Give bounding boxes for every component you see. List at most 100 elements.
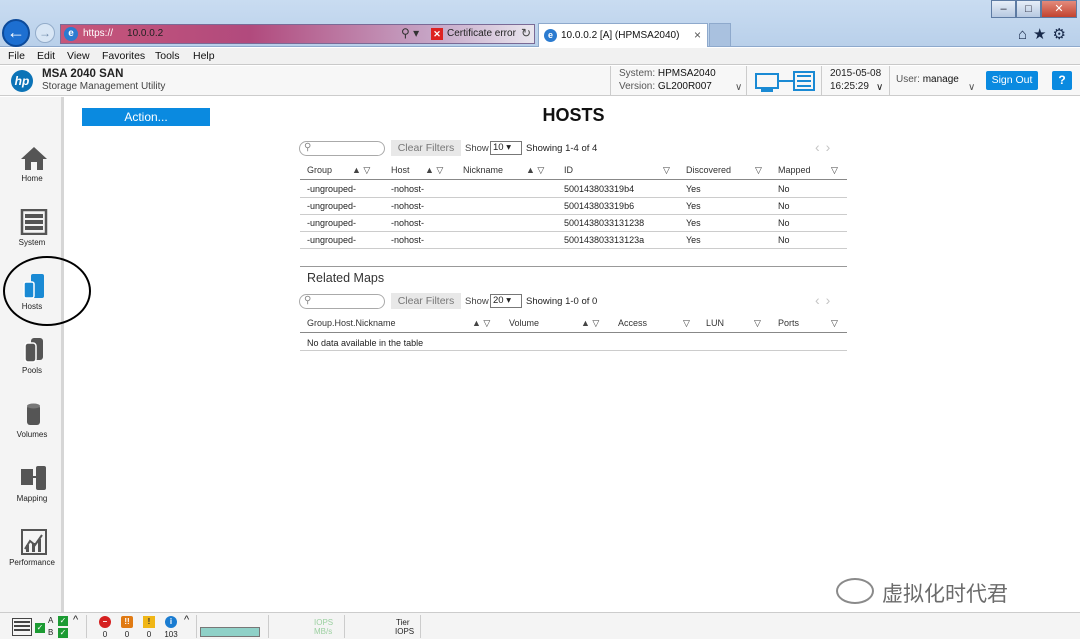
address-bar[interactable]: e https://10.0.0.2 ⚲ ▾ ✕ Certificate err… — [60, 24, 535, 44]
close-window-button[interactable]: ✕ — [1041, 0, 1077, 18]
menu-favorites[interactable]: Favorites — [102, 50, 145, 62]
cell-host: -nohost- — [391, 218, 425, 228]
browser-tab[interactable]: e 10.0.0.2 [A] (HPMSA2040) × — [538, 23, 708, 47]
col-group-host-nickname[interactable]: Group.Host.Nickname — [307, 318, 396, 328]
filter-icon[interactable]: ▽ — [831, 165, 838, 176]
section-divider — [300, 266, 847, 267]
warning-count: 0 — [146, 630, 152, 639]
table-row[interactable]: -ungrouped- -nohost- 5001438033131238 Ye… — [300, 215, 847, 232]
menu-file[interactable]: File — [8, 50, 25, 62]
menu-view[interactable]: View — [67, 50, 90, 62]
sort-filter-icon[interactable]: ▲ ▽ — [472, 318, 490, 329]
error-icon[interactable]: !! — [121, 616, 133, 628]
maximize-button[interactable]: □ — [1016, 0, 1041, 18]
watermark: 虚拟化时代君 — [836, 576, 1056, 606]
monitor-stand — [761, 89, 773, 92]
col-volume[interactable]: Volume — [509, 318, 539, 328]
tier-label: Tier — [396, 618, 410, 627]
pager-arrows[interactable]: ‹› — [815, 292, 836, 308]
action-button[interactable]: Action... — [82, 108, 210, 126]
capacity-bar[interactable] — [200, 627, 260, 637]
clear-filters-button[interactable]: Clear Filters — [391, 293, 461, 309]
col-mapped[interactable]: Mapped — [778, 165, 811, 175]
col-id[interactable]: ID — [564, 165, 573, 175]
cell-mapped: No — [778, 184, 790, 194]
network-topology-icon[interactable] — [746, 66, 821, 96]
col-nickname[interactable]: Nickname — [463, 165, 503, 175]
empty-table-message: No data available in the table — [307, 338, 424, 348]
nav-pools[interactable]: Pools — [0, 329, 64, 389]
nav-system[interactable]: System — [0, 201, 64, 261]
date-text: 2015-05-08 — [830, 68, 882, 79]
col-host[interactable]: Host — [391, 165, 410, 175]
sign-out-button[interactable]: Sign Out — [986, 71, 1038, 90]
table-bottom-border — [300, 350, 847, 351]
enclosure-icon[interactable] — [12, 618, 32, 636]
refresh-icon[interactable]: ↻ — [521, 26, 531, 40]
sort-filter-icon[interactable]: ▲ ▽ — [581, 318, 599, 329]
menu-edit[interactable]: Edit — [37, 50, 55, 62]
sort-filter-icon[interactable]: ▲ ▽ — [526, 165, 544, 176]
page-size-select[interactable]: 20 ▾ — [490, 294, 522, 308]
forward-button[interactable]: → — [35, 23, 55, 43]
info-count: 103 — [164, 630, 178, 639]
maps-search-input[interactable]: ⚲ — [299, 294, 385, 309]
sort-filter-icon[interactable]: ▲ ▽ — [352, 165, 370, 176]
cell-mapped: No — [778, 235, 790, 245]
page-size-select[interactable]: 10 ▾ — [490, 141, 522, 155]
nav-mapping[interactable]: Mapping — [0, 457, 64, 517]
nav-volumes[interactable]: Volumes — [0, 393, 64, 453]
pager-arrows[interactable]: ‹› — [815, 139, 836, 155]
table-row[interactable]: -ungrouped- -nohost- 500143803319b6 Yes … — [300, 198, 847, 215]
sort-filter-icon[interactable]: ▲ ▽ — [425, 165, 443, 176]
cell-id: 5001438033131238 — [564, 218, 645, 228]
cell-id: 500143803313123a — [564, 235, 645, 245]
home-favorites-tools-icons[interactable]: ⌂★⚙ — [1018, 25, 1072, 43]
help-button[interactable]: ? — [1052, 71, 1072, 90]
filter-icon[interactable]: ▽ — [755, 165, 762, 176]
table-row[interactable]: -ungrouped- -nohost- 500143803319b4 Yes … — [300, 181, 847, 198]
col-discovered[interactable]: Discovered — [686, 165, 731, 175]
user-panel[interactable]: User: manage ∨ — [889, 66, 984, 96]
show-label: Show — [465, 143, 489, 154]
filter-icon[interactable]: ▽ — [663, 165, 670, 176]
col-ports[interactable]: Ports — [778, 318, 799, 328]
critical-count: 0 — [102, 630, 108, 639]
hosts-search-input[interactable]: ⚲ — [299, 141, 385, 156]
col-access[interactable]: Access — [618, 318, 647, 328]
info-icon[interactable]: i — [165, 616, 177, 628]
filter-icon[interactable]: ▽ — [831, 318, 838, 329]
critical-icon[interactable]: – — [99, 616, 111, 628]
datetime-panel[interactable]: 2015-05-08 16:25:29 ∨ — [821, 66, 889, 96]
nav-label: Mapping — [16, 494, 48, 503]
ie-icon: e — [64, 27, 78, 41]
search-icon[interactable]: ⚲ ▾ — [401, 26, 419, 40]
table-row[interactable]: -ungrouped- -nohost- 500143803313123a Ye… — [300, 232, 847, 249]
certificate-error-icon[interactable]: ✕ — [431, 28, 443, 40]
menu-help[interactable]: Help — [193, 50, 215, 62]
system-icon — [20, 209, 48, 235]
back-button[interactable]: ← — [2, 19, 30, 47]
tab-close-icon[interactable]: × — [694, 28, 701, 42]
chevron-up-icon[interactable]: ^ — [73, 614, 78, 626]
col-lun[interactable]: LUN — [706, 318, 724, 328]
nav-performance[interactable]: Performance — [0, 521, 64, 581]
new-tab-button[interactable] — [709, 23, 731, 47]
warning-icon[interactable]: ! — [143, 616, 155, 628]
nav-home[interactable]: Home — [0, 137, 64, 197]
nav-label: Pools — [21, 366, 42, 375]
clear-filters-button[interactable]: Clear Filters — [391, 140, 461, 156]
home-icon — [21, 147, 47, 170]
filter-icon[interactable]: ▽ — [754, 318, 761, 329]
menu-tools[interactable]: Tools — [155, 50, 180, 62]
chevron-down-icon[interactable]: ∨ — [968, 82, 975, 93]
system-info-panel[interactable]: System: HPMSA2040 Version: GL200R007 ∨ — [610, 66, 746, 96]
chevron-down-icon[interactable]: ∨ — [876, 82, 883, 93]
filter-icon[interactable]: ▽ — [683, 318, 690, 329]
separator — [420, 615, 421, 638]
chevron-up-icon[interactable]: ^ — [184, 614, 189, 626]
col-group[interactable]: Group — [307, 165, 332, 175]
chevron-down-icon[interactable]: ∨ — [735, 82, 742, 93]
certificate-error-text[interactable]: Certificate error — [447, 28, 516, 39]
minimize-button[interactable]: – — [991, 0, 1016, 18]
